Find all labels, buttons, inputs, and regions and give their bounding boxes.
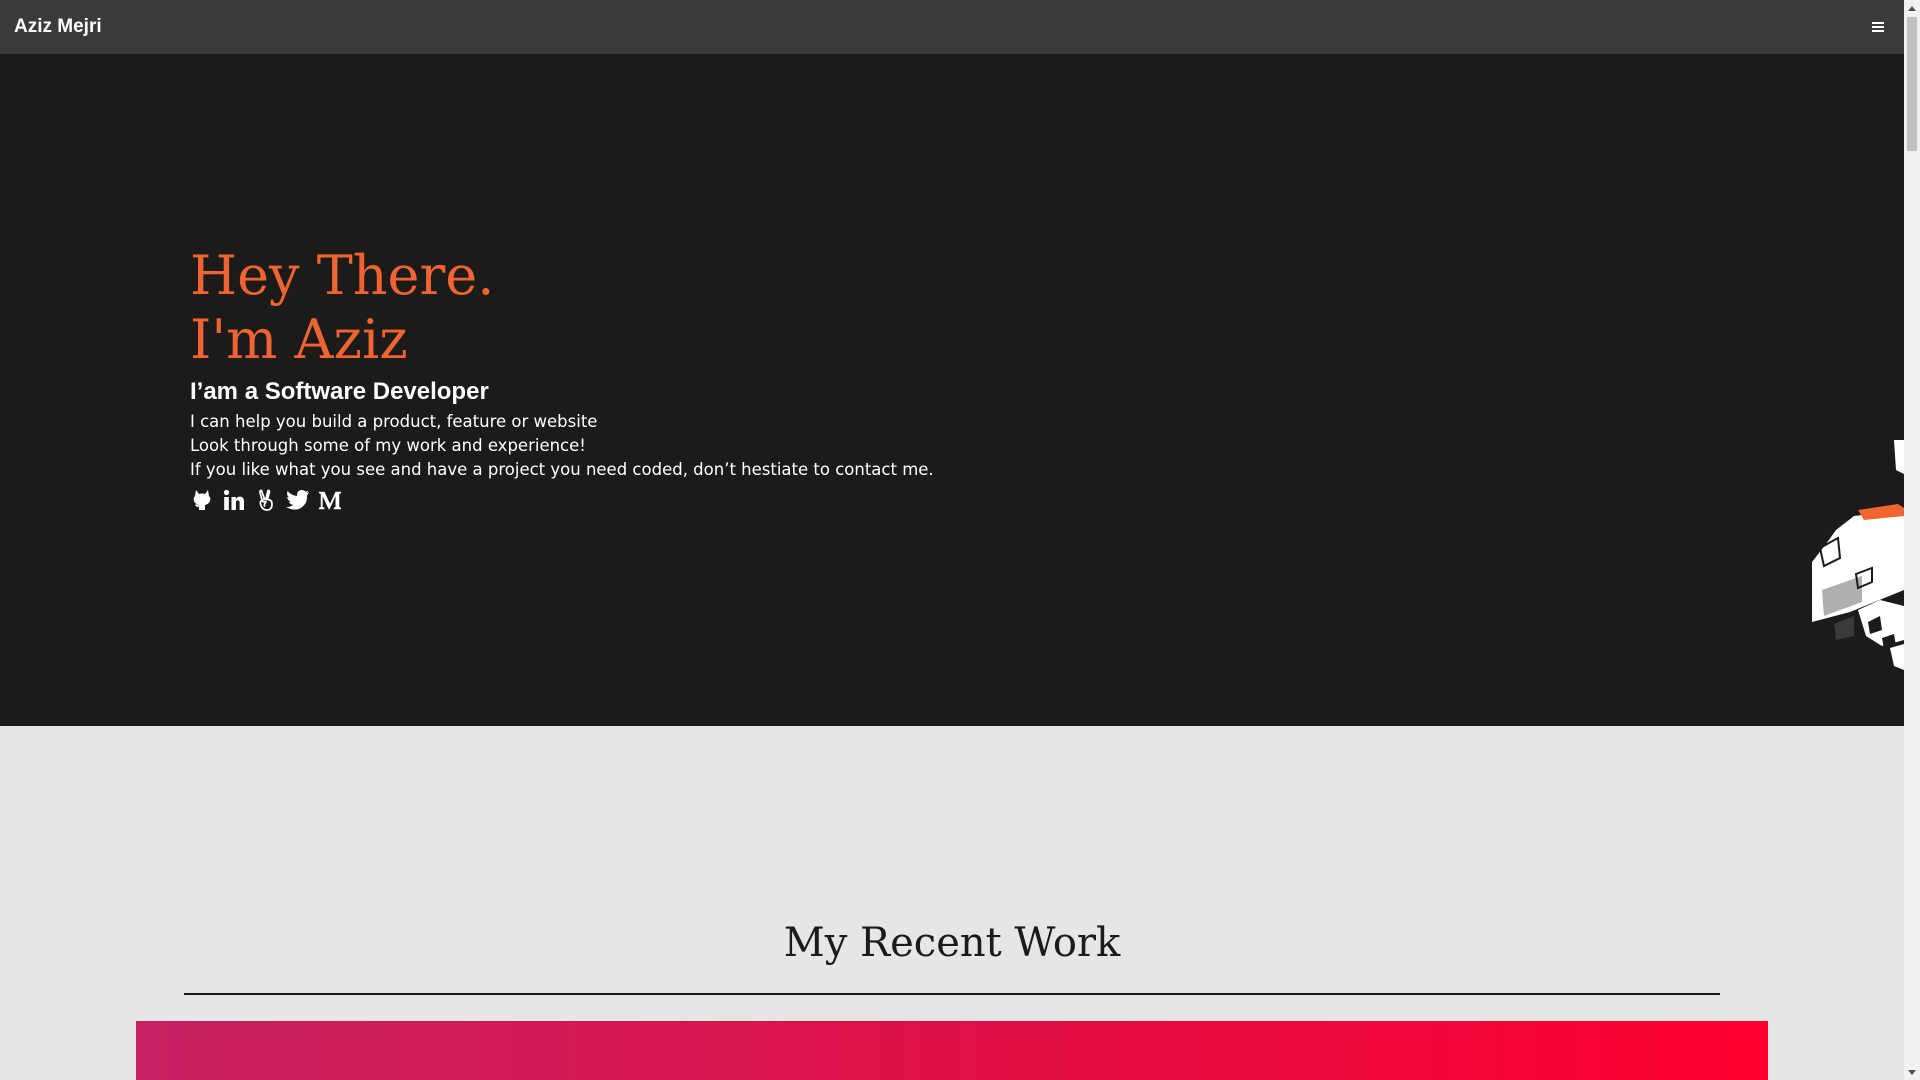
hamburger-menu-icon [1872,22,1884,32]
angellist-link[interactable] [254,488,278,512]
section-title: My Recent Work [783,920,1121,966]
navbar: Aziz Mejri [0,0,1904,54]
greeting-line-2: I'm Aziz [190,308,408,371]
section-divider [184,993,1720,995]
linkedin-icon [223,489,244,510]
project-card[interactable] [136,1021,1768,1080]
tagline-line-1: I can help you build a product, feature … [190,412,598,431]
role-heading: I’am a Software Developer [190,378,489,405]
scroll-thumb[interactable] [1907,17,1917,151]
twitter-link[interactable] [286,488,310,512]
social-links [190,488,934,512]
linkedin-link[interactable] [222,488,246,512]
scroll-down-button[interactable] [1904,1064,1920,1080]
decorative-art-fragment [1812,440,1904,670]
greeting-line-1: Hey There. [190,244,495,307]
tagline-line-3: If you like what you see and have a proj… [190,460,934,479]
scroll-up-arrow-icon [1908,5,1916,11]
recent-work-section: My Recent Work [0,726,1904,1080]
hero-text: Hey There. I'm Aziz I’am a Software Deve… [190,244,934,512]
tagline-line-2: Look through some of my work and experie… [190,436,586,455]
github-icon [193,490,211,510]
scroll-down-arrow-icon [1908,1069,1916,1075]
menu-button[interactable] [1866,15,1890,39]
github-link[interactable] [190,488,214,512]
medium-icon [318,491,342,510]
vertical-scrollbar[interactable] [1904,0,1920,1080]
scroll-up-button[interactable] [1904,0,1920,16]
brand-name[interactable]: Aziz Mejri [14,16,102,38]
medium-link[interactable] [318,488,342,512]
hero-section: Hey There. I'm Aziz I’am a Software Deve… [0,54,1904,726]
twitter-icon [286,490,309,510]
angellist-icon [259,489,273,511]
